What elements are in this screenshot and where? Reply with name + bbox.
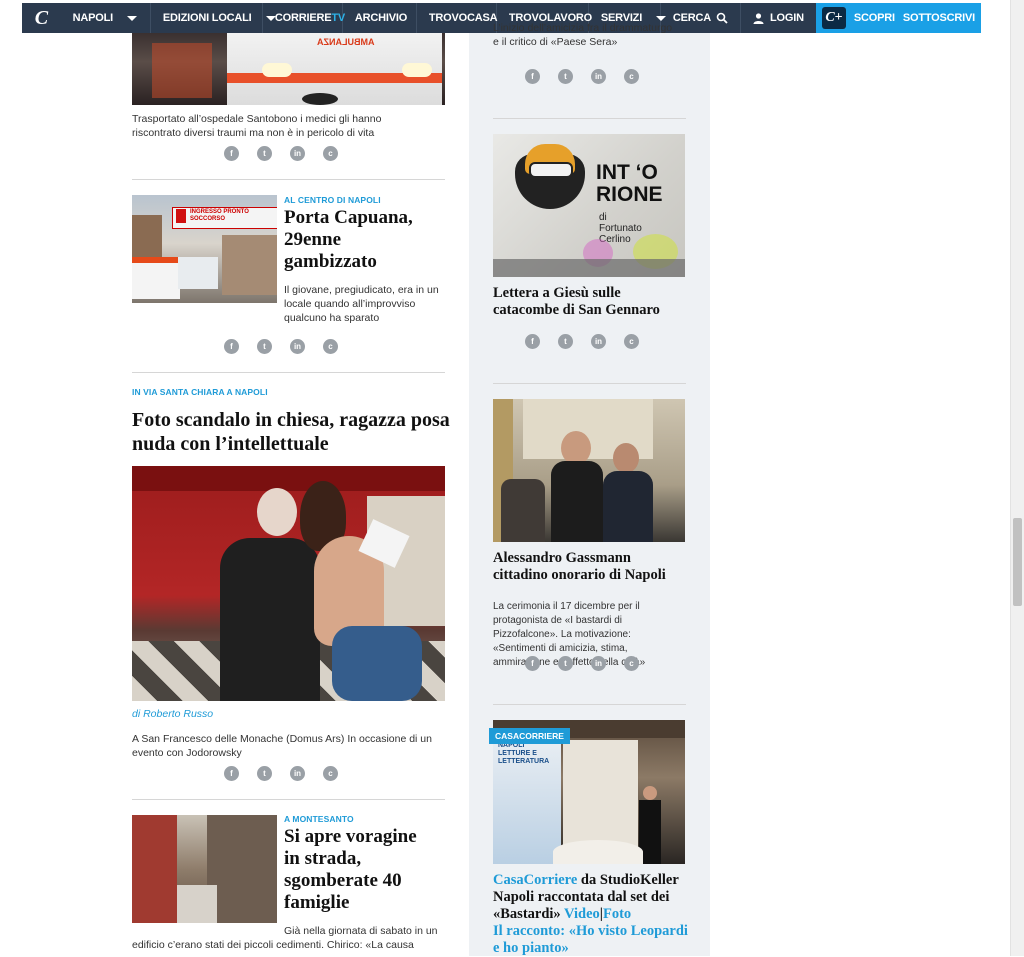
- linkedin-icon[interactable]: in: [290, 339, 305, 354]
- card2-title[interactable]: Alessandro Gassmann cittadino onorario d…: [493, 550, 683, 584]
- facebook-icon[interactable]: f: [224, 339, 239, 354]
- banner-by: di: [599, 212, 607, 223]
- nav-cerca-label: CERCA: [672, 12, 711, 24]
- facebook-icon[interactable]: f: [525, 334, 540, 349]
- facebook-icon[interactable]: f: [525, 69, 540, 84]
- linkedin-icon[interactable]: in: [591, 656, 606, 671]
- article3-kicker[interactable]: IN VIA SANTA CHIARA A NAPOLI: [132, 387, 268, 397]
- facebook-icon[interactable]: f: [224, 766, 239, 781]
- montesanto-photo[interactable]: [132, 815, 277, 923]
- article1-share-bar: f t in c: [224, 146, 338, 161]
- article3-byline[interactable]: di Roberto Russo: [132, 707, 213, 721]
- article3-headline[interactable]: Foto scandalo in chiesa, ragazza posa nu…: [132, 408, 452, 456]
- divider: [132, 799, 445, 800]
- right-top-share-bar: f t in c: [525, 69, 639, 84]
- card1-title[interactable]: Lettera a Giesù sulle catacombe di San G…: [493, 285, 683, 319]
- divider: [132, 372, 445, 373]
- chevron-down-icon: [126, 15, 137, 21]
- divider: [132, 179, 445, 180]
- article3-share-bar: f t in c: [224, 766, 338, 781]
- article4-summary: Già nella giornata di sabato in un edifi…: [132, 925, 438, 954]
- comment-icon[interactable]: c: [323, 146, 338, 161]
- banner-napoli-letture: NAPOLI LETTURE E LETTERATURA: [498, 742, 550, 765]
- search-icon: [716, 12, 728, 24]
- gassmann-photo[interactable]: [493, 399, 685, 542]
- divider: [493, 118, 686, 119]
- twitter-icon[interactable]: t: [257, 766, 272, 781]
- subscribe-link[interactable]: SOTTOSCRIVI: [903, 12, 975, 24]
- article2-kicker[interactable]: AL CENTRO DI NAPOLI: [284, 195, 381, 205]
- comment-icon[interactable]: c: [323, 339, 338, 354]
- banner-line2: RIONE: [596, 183, 663, 206]
- banner-author1: Fortunato: [599, 223, 642, 234]
- article4-kicker[interactable]: A MONTESANTO: [284, 814, 354, 824]
- user-icon: [753, 12, 764, 24]
- twitter-icon[interactable]: t: [257, 146, 272, 161]
- comment-icon[interactable]: c: [624, 334, 639, 349]
- casacorriere-badge[interactable]: CASACORRIERE: [489, 728, 570, 744]
- racconto-link[interactable]: Il racconto: «Ho visto Leopardi e ho pia…: [493, 923, 688, 956]
- nav-edizioni-label: EDIZIONI LOCALI: [162, 12, 252, 24]
- ambulance-lettering: AMBULANZA: [317, 37, 375, 47]
- comment-icon[interactable]: c: [624, 69, 639, 84]
- pronto-soccorso-sign: INGRESSO PRONTO SOCCORSO: [190, 209, 249, 222]
- nav-napoli-label: NAPOLI: [72, 12, 114, 24]
- twitter-icon[interactable]: t: [558, 656, 573, 671]
- twitter-icon[interactable]: t: [558, 334, 573, 349]
- nav-napoli[interactable]: NAPOLI: [61, 3, 151, 33]
- comment-icon[interactable]: c: [624, 656, 639, 671]
- card1-share-bar: f t in c: [525, 334, 639, 349]
- card2-share-bar: f t in c: [525, 656, 639, 671]
- facebook-icon[interactable]: f: [224, 146, 239, 161]
- nav-corriere-label: CORRIERE: [274, 12, 332, 24]
- article2-summary: Il giovane, pregiudicato, era in un loca…: [284, 284, 439, 324]
- facebook-icon[interactable]: f: [525, 656, 540, 671]
- int-o-rione-banner[interactable]: INT ‘O RIONE di Fortunato Cerlino: [493, 134, 685, 277]
- video-link[interactable]: Video: [564, 906, 600, 922]
- divider: [493, 704, 686, 705]
- banner-line1: INT ‘O: [596, 161, 658, 184]
- article4-headline[interactable]: Si apre voragine in strada, sgomberate 4…: [284, 826, 434, 914]
- nav-archivio-label: ARCHIVIO: [354, 12, 408, 24]
- foto-link[interactable]: Foto: [603, 906, 631, 922]
- corriere-plus-logo[interactable]: C+: [821, 7, 846, 29]
- twitter-icon[interactable]: t: [558, 69, 573, 84]
- linkedin-icon[interactable]: in: [591, 334, 606, 349]
- card3-title: CasaCorriere da StudioKeller Napoli racc…: [493, 872, 689, 957]
- right-top-fragment: L’inizio dell’amicizia fra il drammaturg…: [493, 22, 673, 48]
- ambulance-photo[interactable]: AMBULANZA: [132, 33, 445, 105]
- discover-link[interactable]: SCOPRI: [854, 12, 895, 24]
- article3-summary: A San Francesco delle Monache (Domus Ars…: [132, 733, 432, 759]
- porta-capuana-photo[interactable]: INGRESSO PRONTO SOCCORSO: [132, 195, 277, 303]
- linkedin-icon[interactable]: in: [591, 69, 606, 84]
- login-button[interactable]: LOGIN: [741, 3, 816, 33]
- linkedin-icon[interactable]: in: [290, 766, 305, 781]
- login-label: LOGIN: [770, 12, 804, 24]
- twitter-icon[interactable]: t: [257, 339, 272, 354]
- scrollbar-thumb[interactable]: [1013, 518, 1022, 606]
- vertical-scrollbar[interactable]: [1010, 0, 1024, 956]
- corriere-plus-area: C+ SCOPRI SOTTOSCRIVI: [815, 3, 981, 33]
- corriere-logo[interactable]: C: [22, 3, 61, 33]
- church-photo[interactable]: [132, 466, 445, 701]
- article2-share-bar: f t in c: [224, 339, 338, 354]
- comment-icon[interactable]: c: [323, 766, 338, 781]
- article2-headline[interactable]: Porta Capuana, 29enne gambizzato: [284, 207, 434, 273]
- nav-edizioni-locali[interactable]: EDIZIONI LOCALI: [151, 3, 276, 33]
- nav-corriere-tv[interactable]: CORRIERE TV: [263, 3, 345, 33]
- linkedin-icon[interactable]: in: [290, 146, 305, 161]
- nav-trovocasa-label: TROVOCASA: [428, 12, 498, 24]
- article1-caption: Trasportato all’ospedale Santobono i med…: [132, 113, 382, 139]
- divider: [493, 383, 686, 384]
- nav-archivio[interactable]: ARCHIVIO: [343, 3, 417, 33]
- nav-trovocasa[interactable]: TROVOCASA: [417, 3, 498, 33]
- casacorriere-link[interactable]: CasaCorriere: [493, 872, 577, 888]
